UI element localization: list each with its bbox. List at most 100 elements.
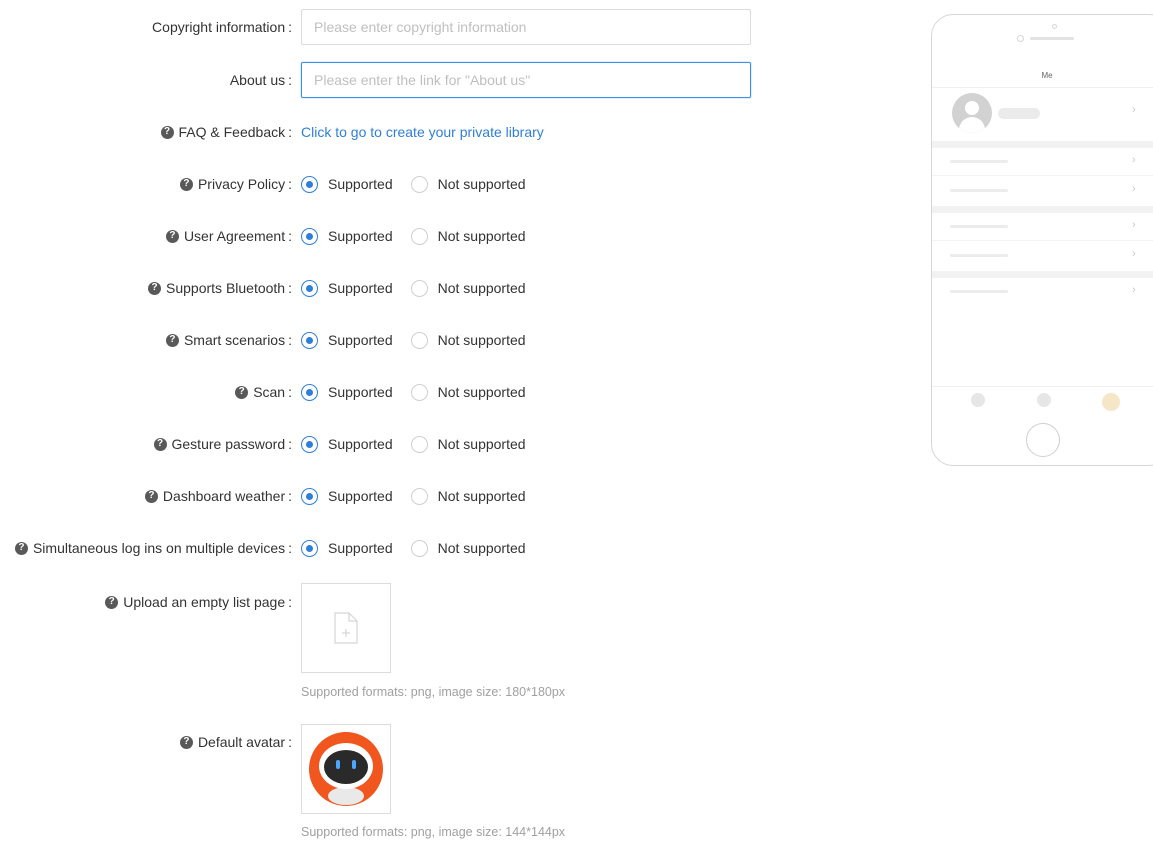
about-input[interactable] [301,62,751,98]
chevron-right-icon: › [1132,104,1136,116]
help-icon[interactable]: ? [165,333,179,347]
empty-list-upload-box[interactable] [301,583,391,673]
radio-checked[interactable] [301,487,318,505]
gesture-password-radio-group: Supported Not supported [301,426,544,462]
help-icon[interactable]: ? [14,541,28,555]
scan-label: ? Scan: [0,374,292,410]
bluetooth-not-supported-option[interactable]: Not supported [410,279,526,297]
phone-row-divider [932,240,1153,241]
privacy-policy-label-text: Privacy Policy [197,176,286,192]
bluetooth-radio-group: Supported Not supported [301,270,544,306]
phone-camera-icon [1052,24,1057,29]
help-icon[interactable]: ? [179,177,193,191]
radio-checked[interactable] [301,383,318,401]
radio-unchecked[interactable] [410,175,428,193]
radio-unchecked[interactable] [410,279,428,297]
radio-checked[interactable] [301,539,318,557]
user-agreement-radio-group: Supported Not supported [301,218,544,254]
radio-label: Not supported [437,176,526,192]
about-label: About us: [229,72,292,88]
phone-page-title: Me [1041,71,1053,80]
smart-scenarios-not-supported-option[interactable]: Not supported [410,331,526,349]
phone-tab-scene-icon [1037,393,1051,407]
radio-unchecked[interactable] [410,539,428,557]
help-icon[interactable]: ? [148,281,162,295]
privacy-policy-supported-option[interactable]: Supported [301,175,393,193]
radio-label: Supported [328,436,393,452]
radio-unchecked[interactable] [410,331,428,349]
smart-scenarios-supported-option[interactable]: Supported [301,331,393,349]
radio-unchecked[interactable] [410,227,428,245]
help-icon[interactable]: ? [105,595,119,609]
create-private-library-link[interactable]: Click to go to create your private libra… [301,114,544,150]
multi-device-login-supported-option[interactable]: Supported [301,539,393,557]
file-add-icon [334,612,358,644]
gesture-password-not-supported-option[interactable]: Not supported [410,435,526,453]
help-icon[interactable]: ? [160,125,174,139]
phone-section-divider [932,271,1153,278]
empty-list-hint: Supported formats: png, image size: 180*… [301,685,566,699]
radio-unchecked[interactable] [410,487,428,505]
help-icon[interactable]: ? [165,229,179,243]
user-agreement-label-text: User Agreement [183,228,286,244]
radio-label: Not supported [437,384,526,400]
user-agreement-supported-option[interactable]: Supported [301,227,393,245]
phone-avatar-icon [952,93,992,133]
help-icon[interactable]: ? [153,437,167,451]
phone-row-divider [932,175,1153,176]
radio-label: Not supported [437,332,526,348]
radio-label: Supported [328,540,393,556]
bluetooth-label-text: Supports Bluetooth [166,280,286,296]
scan-supported-option[interactable]: Supported [301,383,393,401]
phone-preview: Me › › › › › › [931,14,1153,466]
chevron-right-icon: › [1132,154,1136,166]
radio-label: Supported [328,384,393,400]
phone-home-button [1026,423,1060,457]
phone-username-placeholder [998,108,1040,119]
radio-unchecked[interactable] [410,435,428,453]
privacy-policy-not-supported-option[interactable]: Not supported [410,175,526,193]
chevron-right-icon: › [1132,248,1136,260]
radio-checked[interactable] [301,175,318,193]
robot-avatar-image [309,732,383,806]
help-icon[interactable]: ? [144,489,158,503]
gesture-password-supported-option[interactable]: Supported [301,435,393,453]
radio-checked[interactable] [301,227,318,245]
radio-label: Supported [328,488,393,504]
help-icon[interactable]: ? [235,385,249,399]
chevron-right-icon: › [1132,284,1136,296]
user-agreement-not-supported-option[interactable]: Not supported [410,227,526,245]
faq-label-text: FAQ & Feedback [178,124,286,140]
dashboard-weather-not-supported-option[interactable]: Not supported [410,487,526,505]
multi-device-login-radio-group: Supported Not supported [301,530,544,566]
bluetooth-supported-option[interactable]: Supported [301,279,393,297]
scan-radio-group: Supported Not supported [301,374,544,410]
radio-label: Not supported [437,280,526,296]
radio-label: Not supported [437,488,526,504]
copyright-input[interactable] [301,9,751,45]
phone-menu-item [950,225,1008,228]
chevron-right-icon: › [1132,219,1136,231]
scan-not-supported-option[interactable]: Not supported [410,383,526,401]
radio-label: Not supported [437,436,526,452]
phone-menu-item [950,160,1008,163]
about-label-text: About us [229,72,286,88]
default-avatar-label-text: Default avatar [197,734,286,750]
radio-label: Supported [328,332,393,348]
default-avatar-label: ? Default avatar: [0,724,292,760]
smart-scenarios-radio-group: Supported Not supported [301,322,544,358]
default-avatar-upload-box[interactable] [301,724,391,814]
scan-label-text: Scan [253,384,286,400]
phone-section-divider [932,141,1153,148]
radio-checked[interactable] [301,331,318,349]
multi-device-login-not-supported-option[interactable]: Not supported [410,539,526,557]
copyright-label-text: Copyright information [152,19,286,35]
gesture-password-label: ? Gesture password: [0,426,292,462]
help-icon[interactable]: ? [179,735,193,749]
dashboard-weather-supported-option[interactable]: Supported [301,487,393,505]
radio-checked[interactable] [301,279,318,297]
radio-checked[interactable] [301,435,318,453]
radio-unchecked[interactable] [410,383,428,401]
radio-label: Not supported [437,228,526,244]
phone-menu-item [950,189,1008,192]
